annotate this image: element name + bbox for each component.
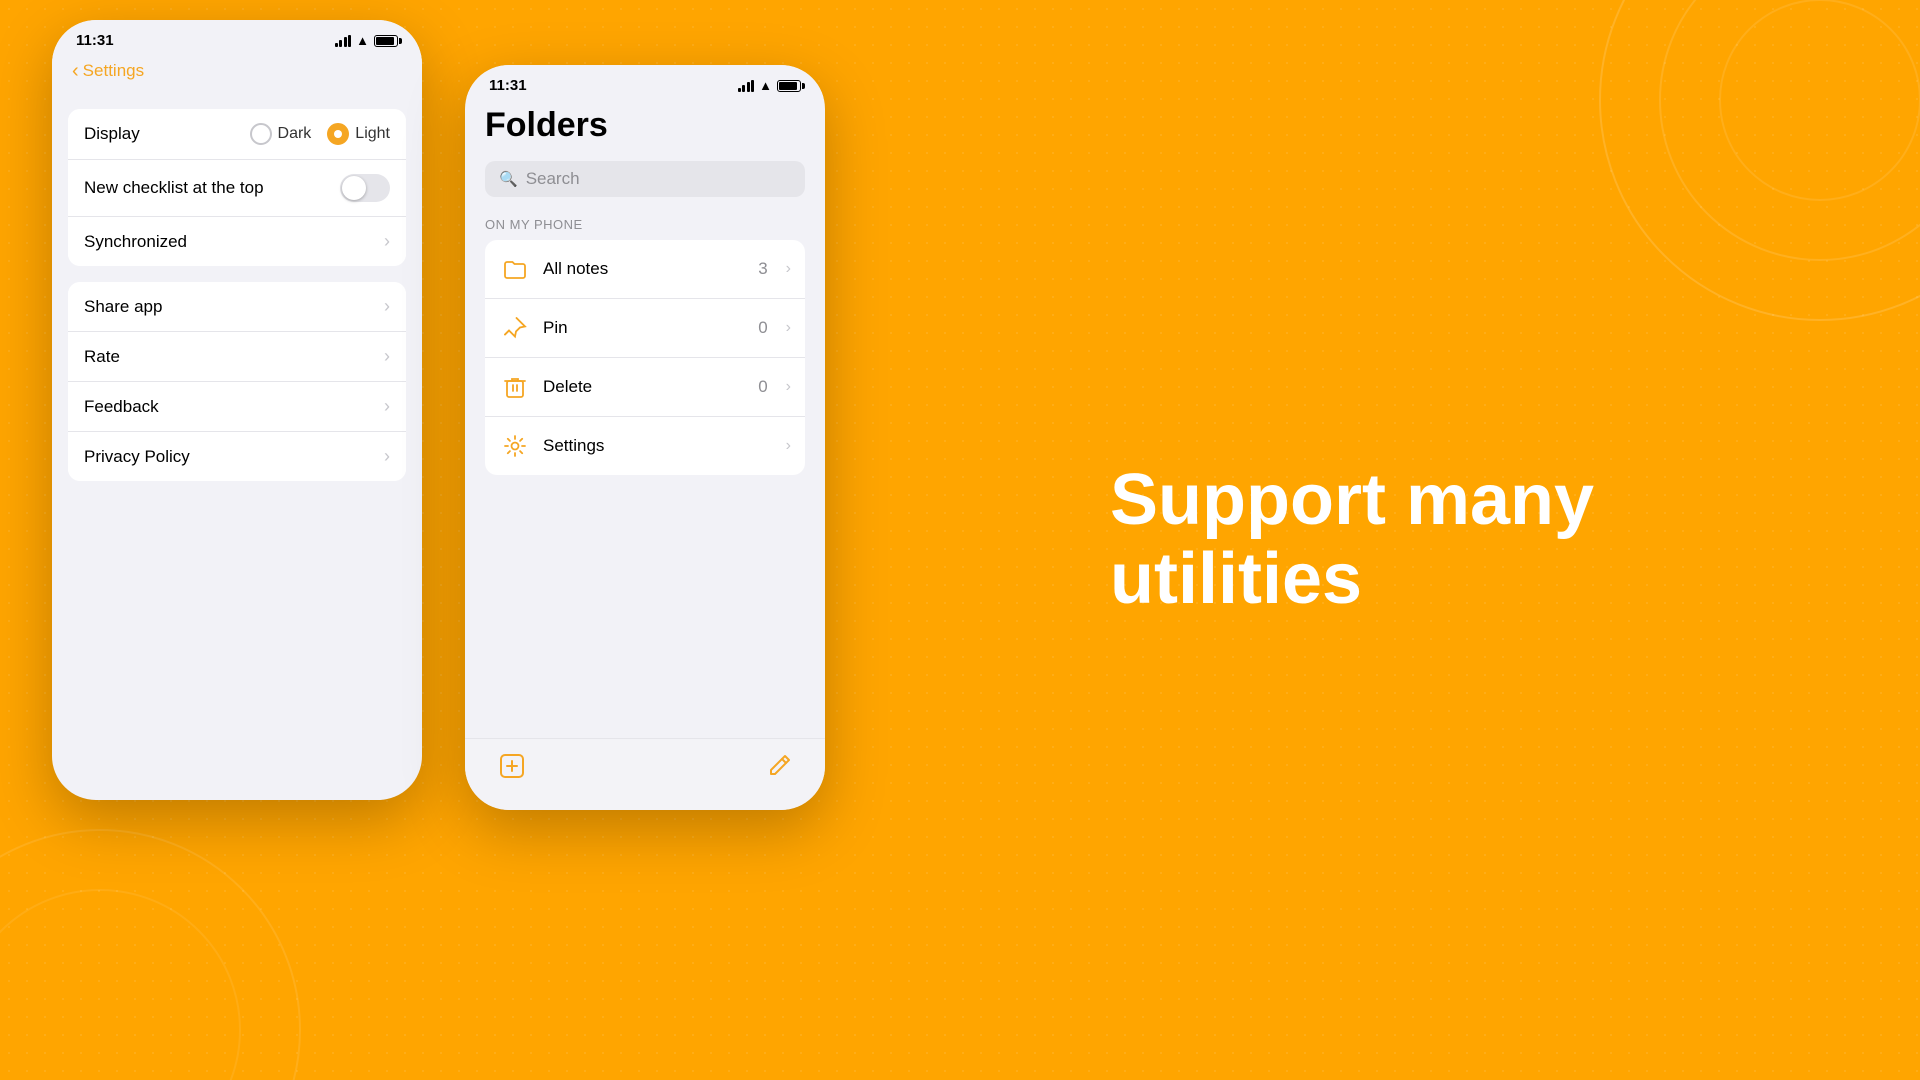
rate-chevron-icon: › <box>384 346 390 367</box>
folder-count-pin: 0 <box>758 318 767 338</box>
folder-count-all-notes: 3 <box>758 259 767 279</box>
folder-name-delete: Delete <box>543 377 746 397</box>
radio-light-circle <box>327 123 349 145</box>
back-label: Settings <box>83 61 144 81</box>
checklist-label: New checklist at the top <box>84 178 264 198</box>
status-time-2: 11:31 <box>489 77 527 94</box>
folder-name-settings: Settings <box>543 436 756 456</box>
display-label: Display <box>84 124 140 144</box>
folders-title: Folders <box>485 106 805 145</box>
search-icon: 🔍 <box>499 170 518 188</box>
folders-card: All notes 3 › Pin 0 › <box>485 240 805 475</box>
folder-icon-pin <box>499 312 531 344</box>
folder-icon-all-notes <box>499 253 531 285</box>
radio-dark[interactable]: Dark <box>250 123 312 145</box>
section-header-on-my-phone: On My Phone <box>485 217 805 232</box>
feedback-chevron-icon: › <box>384 396 390 417</box>
tagline: Support many utilities <box>1110 461 1830 619</box>
dark-label: Dark <box>278 125 312 143</box>
settings-row-privacy[interactable]: Privacy Policy › <box>68 432 406 481</box>
status-bar-2: 11:31 ▲ <box>465 65 825 98</box>
folder-icon-delete <box>499 371 531 403</box>
settings-row-share-app[interactable]: Share app › <box>68 282 406 332</box>
folder-chevron-all-notes: › <box>786 260 791 278</box>
phone-folders: 11:31 ▲ Folders 🔍 Search On My Phone <box>465 65 825 810</box>
battery-icon <box>374 35 398 47</box>
settings-row-display[interactable]: Display Dark Light <box>68 109 406 160</box>
back-chevron-icon: ‹ <box>72 61 79 81</box>
folder-row-pin[interactable]: Pin 0 › <box>485 299 805 358</box>
folder-name-pin: Pin <box>543 318 746 338</box>
settings-row-checklist[interactable]: New checklist at the top <box>68 160 406 217</box>
wifi-icon-2: ▲ <box>759 78 772 93</box>
add-checklist-button[interactable] <box>497 751 527 788</box>
folder-chevron-settings: › <box>786 437 791 455</box>
folder-row-delete[interactable]: Delete 0 › <box>485 358 805 417</box>
display-options: Dark Light <box>250 123 390 145</box>
folders-content: Folders 🔍 Search On My Phone All notes 3… <box>465 98 825 495</box>
status-time-1: 11:31 <box>76 32 114 49</box>
settings-row-synchronized[interactable]: Synchronized › <box>68 217 406 266</box>
folder-chevron-delete: › <box>786 378 791 396</box>
search-bar[interactable]: 🔍 Search <box>485 161 805 197</box>
privacy-chevron-icon: › <box>384 446 390 467</box>
rate-label: Rate <box>84 347 120 367</box>
wifi-icon: ▲ <box>356 33 369 48</box>
toggle-knob <box>342 176 366 200</box>
signal-icon <box>335 35 352 47</box>
phone-settings: 11:31 ▲ ‹ Settings Display <box>52 20 422 800</box>
synchronized-label: Synchronized <box>84 232 187 252</box>
checklist-toggle[interactable] <box>340 174 390 202</box>
feedback-label: Feedback <box>84 397 159 417</box>
privacy-label: Privacy Policy <box>84 447 190 467</box>
settings-card-menu: Share app › Rate › Feedback › Privacy Po… <box>68 282 406 481</box>
settings-content: Display Dark Light New checklist at the … <box>52 93 422 513</box>
light-label: Light <box>355 125 390 143</box>
settings-row-rate[interactable]: Rate › <box>68 332 406 382</box>
status-icons-1: ▲ <box>335 33 398 48</box>
settings-card-main: Display Dark Light New checklist at the … <box>68 109 406 266</box>
settings-nav[interactable]: ‹ Settings <box>52 53 422 93</box>
share-app-label: Share app <box>84 297 162 317</box>
radio-dark-circle <box>250 123 272 145</box>
folder-row-all-notes[interactable]: All notes 3 › <box>485 240 805 299</box>
settings-row-feedback[interactable]: Feedback › <box>68 382 406 432</box>
signal-icon-2 <box>738 80 755 92</box>
folder-row-settings[interactable]: Settings › <box>485 417 805 475</box>
phone-toolbar <box>465 738 825 810</box>
radio-light[interactable]: Light <box>327 123 390 145</box>
folder-icon-settings <box>499 430 531 462</box>
search-placeholder-text: Search <box>526 169 580 189</box>
battery-icon-2 <box>777 80 801 92</box>
folder-count-delete: 0 <box>758 377 767 397</box>
compose-button[interactable] <box>765 752 793 787</box>
folder-chevron-pin: › <box>786 319 791 337</box>
synchronized-chevron-icon: › <box>384 231 390 252</box>
status-bar-1: 11:31 ▲ <box>52 20 422 53</box>
share-app-chevron-icon: › <box>384 296 390 317</box>
folder-name-all-notes: All notes <box>543 259 746 279</box>
back-button[interactable]: ‹ Settings <box>72 61 144 81</box>
status-icons-2: ▲ <box>738 78 801 93</box>
